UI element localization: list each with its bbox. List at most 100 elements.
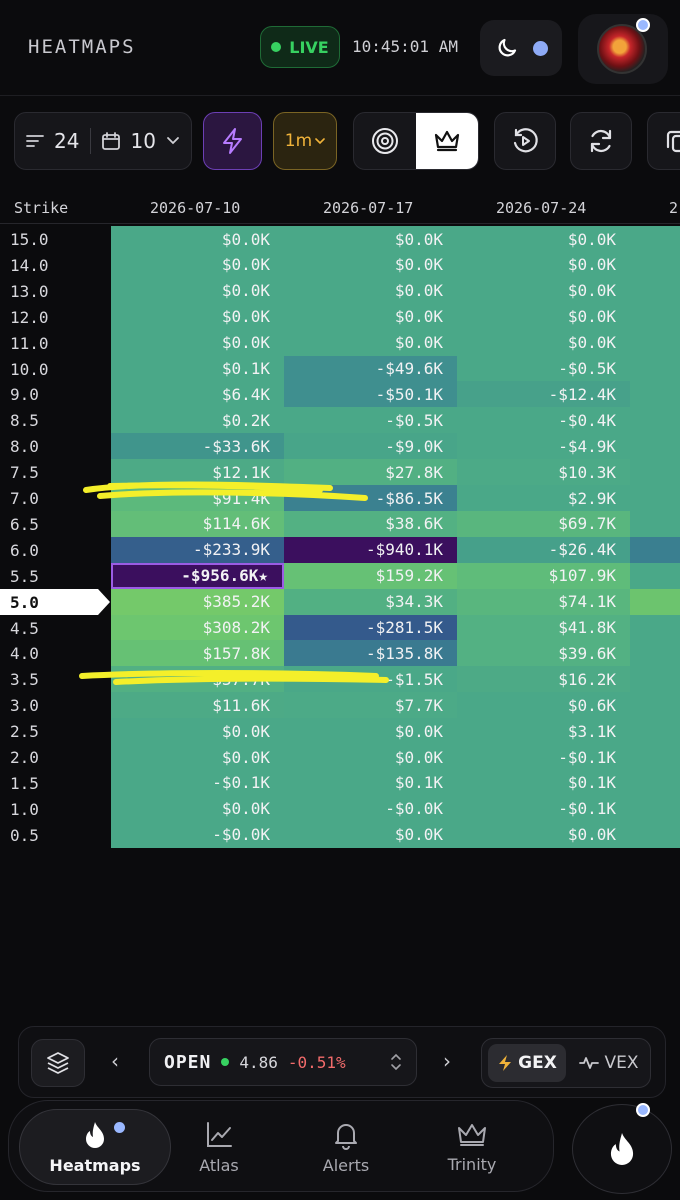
- column-header[interactable]: 2026-07-17: [323, 199, 413, 217]
- heatmap-cell[interactable]: $3.1K: [457, 718, 630, 745]
- heatmap-cell[interactable]: [630, 614, 680, 641]
- heatmap-cell[interactable]: $91.4K: [111, 485, 284, 511]
- heatmap-cell[interactable]: [630, 510, 680, 537]
- heatmap-cell[interactable]: [630, 407, 680, 434]
- heatmap-cell[interactable]: -$0.0K: [111, 821, 284, 848]
- heatmap-cell[interactable]: [630, 277, 680, 304]
- heatmap-cell[interactable]: $0.1K: [457, 769, 630, 796]
- heatmap-cell[interactable]: -$12.4K: [457, 381, 630, 408]
- heatmap-cell[interactable]: $0.0K: [457, 303, 630, 330]
- nav-trinity[interactable]: Trinity: [412, 1109, 532, 1185]
- heatmap-cell[interactable]: $38.6K: [284, 510, 457, 537]
- heatmap-cell[interactable]: -$135.8K: [284, 640, 457, 667]
- heatmap-cell[interactable]: $74.1K: [457, 588, 630, 615]
- heatmap-cell[interactable]: -$956.6K★: [111, 562, 284, 589]
- heatmap-cell[interactable]: -$233.9K: [111, 536, 284, 563]
- column-header[interactable]: 2026-07-24: [496, 199, 586, 217]
- heatmap-cell[interactable]: $11.6K: [111, 692, 284, 719]
- heatmap-cell[interactable]: $12.1K: [111, 459, 284, 486]
- heatmap-cell[interactable]: $0.0K: [111, 718, 284, 745]
- heatmap-cell[interactable]: $0.0K: [284, 303, 457, 330]
- heatmap-cell[interactable]: [630, 381, 680, 408]
- heatmap-cell[interactable]: [630, 769, 680, 796]
- column-header[interactable]: 2026-07-10: [150, 199, 240, 217]
- heatmap-cell[interactable]: [630, 355, 680, 382]
- heatmap-cell[interactable]: [630, 459, 680, 486]
- heatmap-cell[interactable]: $6.4K: [111, 381, 284, 408]
- heatmap-cell[interactable]: [630, 795, 680, 822]
- replay-button[interactable]: [494, 112, 556, 170]
- heatmap-cell[interactable]: [630, 303, 680, 330]
- heatmap-cell[interactable]: $0.0K: [457, 329, 630, 356]
- heatmap-cell[interactable]: $159.2K: [284, 562, 457, 589]
- profile-button[interactable]: [578, 14, 668, 84]
- heatmap-cell[interactable]: [630, 536, 680, 563]
- heatmap-cell[interactable]: $37.7K: [111, 666, 284, 693]
- target-view-button[interactable]: [354, 113, 416, 169]
- heatmap-cell[interactable]: $0.0K: [111, 795, 284, 822]
- heatmap-cell[interactable]: $0.0K: [457, 277, 630, 304]
- heatmap-cell[interactable]: $27.8K: [284, 459, 457, 486]
- nav-alerts[interactable]: Alerts: [286, 1109, 406, 1185]
- next-ticker-button[interactable]: ›: [443, 1049, 451, 1073]
- heatmap-cell[interactable]: $41.8K: [457, 614, 630, 641]
- heatmap-cell[interactable]: $0.0K: [111, 226, 284, 252]
- heatmap-cell[interactable]: $2.9K: [457, 485, 630, 511]
- vex-button[interactable]: VEX: [572, 1044, 646, 1082]
- heatmap-cell[interactable]: $16.2K: [457, 666, 630, 693]
- heatmap-cell[interactable]: -$0.1K: [457, 744, 630, 770]
- heatmap-cell[interactable]: $39.6K: [457, 640, 630, 667]
- heatmap-cell[interactable]: $0.0K: [457, 226, 630, 252]
- heatmap-cell[interactable]: -$33.6K: [111, 433, 284, 460]
- prev-ticker-button[interactable]: ‹: [111, 1049, 119, 1073]
- ticker-selector[interactable]: OPEN 4.86 -0.51%: [149, 1038, 417, 1086]
- heatmap-cell[interactable]: -$281.5K: [284, 614, 457, 641]
- heatmap-cell[interactable]: $0.0K: [457, 251, 630, 278]
- copy-button[interactable]: [647, 112, 680, 170]
- heatmap-cell[interactable]: -$0.0K: [284, 795, 457, 822]
- refresh-button[interactable]: [570, 112, 632, 170]
- heatmap-cell[interactable]: $0.0K: [111, 744, 284, 770]
- heatmap-cell[interactable]: -$86.5K: [284, 485, 457, 511]
- heatmap-cell[interactable]: -$0.1K: [457, 795, 630, 822]
- heatmap-cell[interactable]: $0.0K: [284, 821, 457, 848]
- heatmap-cell[interactable]: [630, 433, 680, 460]
- heatmap-cell[interactable]: $7.7K: [284, 692, 457, 719]
- heatmap-cell[interactable]: [630, 692, 680, 719]
- heatmap-cell[interactable]: -$0.5K: [457, 355, 630, 382]
- heatmap-cell[interactable]: $385.2K: [111, 588, 284, 615]
- heatmap-cell[interactable]: $69.7K: [457, 510, 630, 537]
- heatmap-cell[interactable]: [630, 640, 680, 667]
- range-selector[interactable]: 24 10: [14, 112, 192, 170]
- heatmap-cell[interactable]: -$4.9K: [457, 433, 630, 460]
- heatmap-cell[interactable]: [630, 251, 680, 278]
- heatmap-cell[interactable]: $0.0K: [284, 226, 457, 252]
- heatmap-cell[interactable]: [630, 821, 680, 848]
- lightning-button[interactable]: [203, 112, 262, 170]
- heatmap-cell[interactable]: -$49.6K: [284, 355, 457, 382]
- heatmap-cell[interactable]: [630, 485, 680, 511]
- column-header[interactable]: 2: [669, 199, 678, 217]
- gex-button[interactable]: GEX: [488, 1044, 566, 1082]
- heatmap-cell[interactable]: $0.0K: [111, 251, 284, 278]
- flame-fab-button[interactable]: [572, 1103, 672, 1194]
- heatmap-cell[interactable]: [630, 718, 680, 745]
- heatmap-cell[interactable]: $0.0K: [111, 329, 284, 356]
- heatmap-cell[interactable]: -$0.5K: [284, 407, 457, 434]
- heatmap-cell[interactable]: [630, 562, 680, 589]
- heatmap-cell[interactable]: $34.3K: [284, 588, 457, 615]
- heatmap-cell[interactable]: $0.0K: [457, 821, 630, 848]
- heatmap-cell[interactable]: -$50.1K: [284, 381, 457, 408]
- heatmap-cell[interactable]: $114.6K: [111, 510, 284, 537]
- heatmap-cell[interactable]: $0.0K: [284, 718, 457, 745]
- heatmap-cell[interactable]: [630, 666, 680, 693]
- heatmap-cell[interactable]: [630, 744, 680, 770]
- live-badge[interactable]: LIVE: [260, 26, 340, 68]
- layers-button[interactable]: [31, 1039, 85, 1087]
- heatmap-cell[interactable]: [630, 588, 680, 615]
- crown-view-button[interactable]: [416, 113, 478, 169]
- heatmap-cell[interactable]: $0.0K: [284, 744, 457, 770]
- nav-atlas[interactable]: Atlas: [159, 1109, 279, 1185]
- heatmap-cell[interactable]: $308.2K: [111, 614, 284, 641]
- heatmap-cell[interactable]: $0.0K: [284, 251, 457, 278]
